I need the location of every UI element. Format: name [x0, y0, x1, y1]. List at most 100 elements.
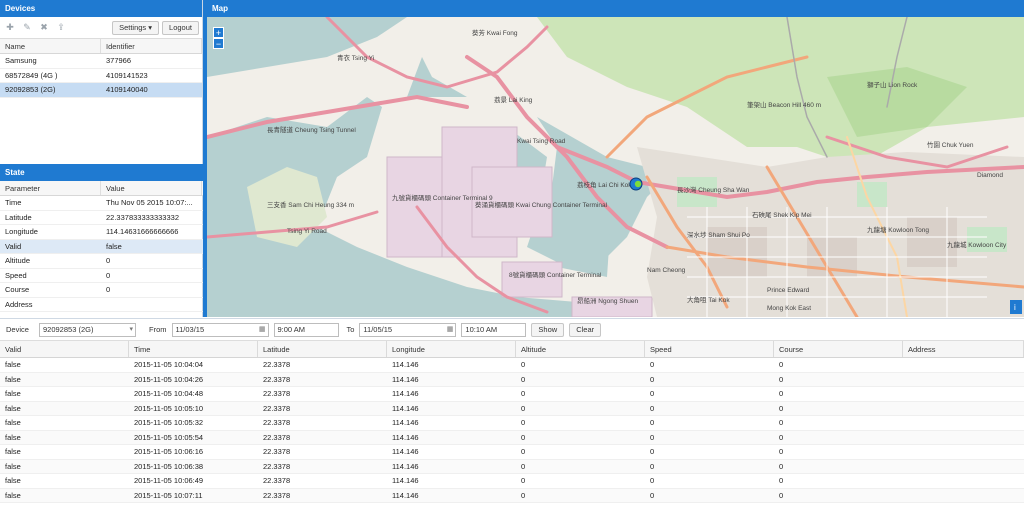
- device-marker[interactable]: [629, 177, 643, 191]
- history-cell: false: [5, 432, 21, 442]
- history-cell: 0: [521, 403, 526, 413]
- history-column-header[interactable]: Longitude: [387, 341, 516, 357]
- device-identifier: 4109140040: [106, 85, 148, 94]
- state-param: Address: [5, 299, 33, 309]
- history-cell: 22.3378: [263, 360, 291, 369]
- map-canvas[interactable]: 九號貨櫃碼頭 Container Terminal 9 葵涌貨櫃碼頭 Kwai …: [207, 17, 1024, 317]
- state-value: 22.337833333333332: [106, 212, 179, 222]
- history-row[interactable]: false 2015-11-05 10:04:26 22.3378 114.146 0 0…: [0, 372, 1024, 387]
- from-time-field[interactable]: 9:00 AM: [273, 322, 339, 337]
- history-row[interactable]: false 2015-11-05 10:06:16 22.3378 114.146 0 0…: [0, 445, 1024, 460]
- edit-icon[interactable]: ✎: [20, 21, 34, 35]
- map-label-beacon-hill: 筆架山 Beacon Hill 460 m: [747, 100, 821, 109]
- state-row[interactable]: Time Thu Nov 05 2015 10:07:...: [0, 196, 203, 211]
- zoom-in-button[interactable]: +: [213, 27, 224, 38]
- history-row[interactable]: false 2015-11-05 10:06:38 22.3378 114.146 0 0…: [0, 459, 1024, 474]
- history-cell: 2015-11-05 10:05:54: [134, 432, 204, 442]
- history-panel: Device 92092853 (2G) ▾ From 11/03/15 ▦ 9:0…: [0, 318, 1024, 515]
- history-cell: [903, 489, 1024, 503]
- history-column-header[interactable]: Time: [129, 341, 258, 357]
- device-row[interactable]: 68572849 (4G ) 4109141523: [0, 69, 202, 83]
- history-cell: false: [5, 374, 21, 384]
- history-cell: false: [5, 360, 21, 369]
- history-row[interactable]: false 2015-11-05 10:04:04 22.3378 114.146 0 0…: [0, 358, 1024, 373]
- history-cell: [903, 416, 1024, 430]
- history-cell: 114.146: [392, 447, 419, 456]
- calendar-icon[interactable]: ▦: [259, 324, 266, 336]
- state-param: Speed: [5, 270, 27, 280]
- to-time-field[interactable]: 10:10 AM: [461, 322, 527, 337]
- history-cell: 2015-11-05 10:06:38: [134, 461, 204, 471]
- history-row[interactable]: false 2015-11-05 10:04:48 22.3378 114.146 0 0…: [0, 387, 1024, 402]
- clear-button[interactable]: Clear: [569, 322, 602, 337]
- attribution-info-button[interactable]: [1010, 300, 1022, 314]
- state-row[interactable]: Valid false: [0, 239, 203, 254]
- device-label: Device: [6, 325, 29, 334]
- column-header-identifier[interactable]: Identifier: [101, 39, 202, 53]
- logout-button[interactable]: Logout: [162, 20, 199, 35]
- history-column-header[interactable]: Valid: [0, 341, 129, 357]
- device-row[interactable]: Samsung 377966: [0, 54, 202, 69]
- history-cell: 0: [650, 360, 655, 369]
- column-header-name[interactable]: Name: [0, 39, 101, 53]
- state-row[interactable]: Speed 0: [0, 269, 203, 283]
- map-label-tai-kok: 大角咀 Tai Kok: [687, 295, 730, 304]
- state-row[interactable]: Course 0: [0, 283, 203, 298]
- zoom-out-button[interactable]: −: [213, 38, 224, 49]
- history-grid: false 2015-11-05 10:04:04 22.3378 114.146 0 0…: [0, 358, 1024, 503]
- history-cell: 0: [650, 490, 655, 500]
- left-panel: Devices ✚ ✎ ✖ ⇪ Settings ▾ Logout Name I…: [0, 0, 203, 317]
- history-column-header[interactable]: Speed: [645, 341, 774, 357]
- state-row[interactable]: Latitude 22.337833333333332: [0, 211, 203, 225]
- map-label-cheung-tsing-tunnel: 長青隧道 Cheung Tsing Tunnel: [267, 125, 356, 134]
- history-row[interactable]: false 2015-11-05 10:05:54 22.3378 114.146 0 0…: [0, 430, 1024, 445]
- history-cell: 0: [650, 403, 655, 413]
- history-column-header[interactable]: Latitude: [258, 341, 387, 357]
- history-cell: 114.146: [392, 432, 419, 442]
- history-row[interactable]: false 2015-11-05 10:05:10 22.3378 114.146 0 0…: [0, 401, 1024, 416]
- state-row[interactable]: Longitude 114.14631666666666: [0, 225, 203, 240]
- column-header-parameter[interactable]: Parameter: [0, 181, 101, 195]
- state-row[interactable]: Altitude 0: [0, 254, 203, 269]
- device-row[interactable]: 92092853 (2G) 4109140040: [0, 83, 202, 98]
- map-label-kowloon-tong: 九龍塘 Kowloon Tong: [867, 225, 929, 234]
- history-cell: 0: [650, 374, 655, 384]
- history-cell: 2015-11-05 10:04:04: [134, 360, 204, 369]
- history-cell: 0: [779, 447, 784, 456]
- history-row[interactable]: false 2015-11-05 10:06:49 22.3378 114.146 0 0…: [0, 474, 1024, 489]
- map-label-chuk-yuen: 竹園 Chuk Yuen: [927, 140, 974, 149]
- chevron-down-icon: ▾: [148, 22, 153, 32]
- history-cell: false: [5, 403, 21, 413]
- add-icon[interactable]: ✚: [3, 21, 17, 35]
- from-label: From: [149, 325, 167, 334]
- from-date-field[interactable]: 11/03/15 ▦: [171, 322, 269, 337]
- column-header-value[interactable]: Value: [101, 181, 202, 195]
- to-date-field[interactable]: 11/05/15 ▦: [359, 322, 457, 337]
- history-column-header[interactable]: Altitude: [516, 341, 645, 357]
- map-label-diamond: Diamond: [977, 172, 1003, 179]
- to-date-value: 11/05/15: [363, 324, 393, 334]
- history-cell: 0: [779, 461, 784, 471]
- state-value: 0: [106, 256, 111, 265]
- share-icon[interactable]: ⇪: [54, 21, 68, 35]
- history-column-header[interactable]: Address: [903, 341, 1024, 357]
- state-value: [101, 298, 202, 312]
- remove-icon[interactable]: ✖: [37, 21, 51, 35]
- state-row[interactable]: Address: [0, 298, 203, 312]
- map-label-cheung-sha-wan: 長沙灣 Cheung Sha Wan: [677, 185, 750, 194]
- show-button[interactable]: Show: [531, 322, 565, 337]
- device-select[interactable]: 92092853 (2G) ▾: [39, 322, 136, 337]
- settings-button[interactable]: Settings ▾: [112, 20, 160, 35]
- history-column-header[interactable]: Course: [774, 341, 903, 357]
- history-cell: 2015-11-05 10:04:48: [134, 389, 204, 398]
- history-cell: [903, 402, 1024, 416]
- history-cell: 114.146: [392, 360, 419, 369]
- calendar-icon[interactable]: ▦: [447, 324, 454, 336]
- history-row[interactable]: false 2015-11-05 10:05:32 22.3378 114.146 0 0…: [0, 416, 1024, 431]
- history-cell: 2015-11-05 10:06:49: [134, 476, 204, 485]
- to-label: To: [346, 325, 355, 334]
- history-row[interactable]: false 2015-11-05 10:07:11 22.3378 114.146 0 0…: [0, 488, 1024, 503]
- history-cell: 114.146: [392, 389, 419, 398]
- state-param: Latitude: [5, 212, 32, 222]
- zoom-controls: + −: [213, 27, 224, 49]
